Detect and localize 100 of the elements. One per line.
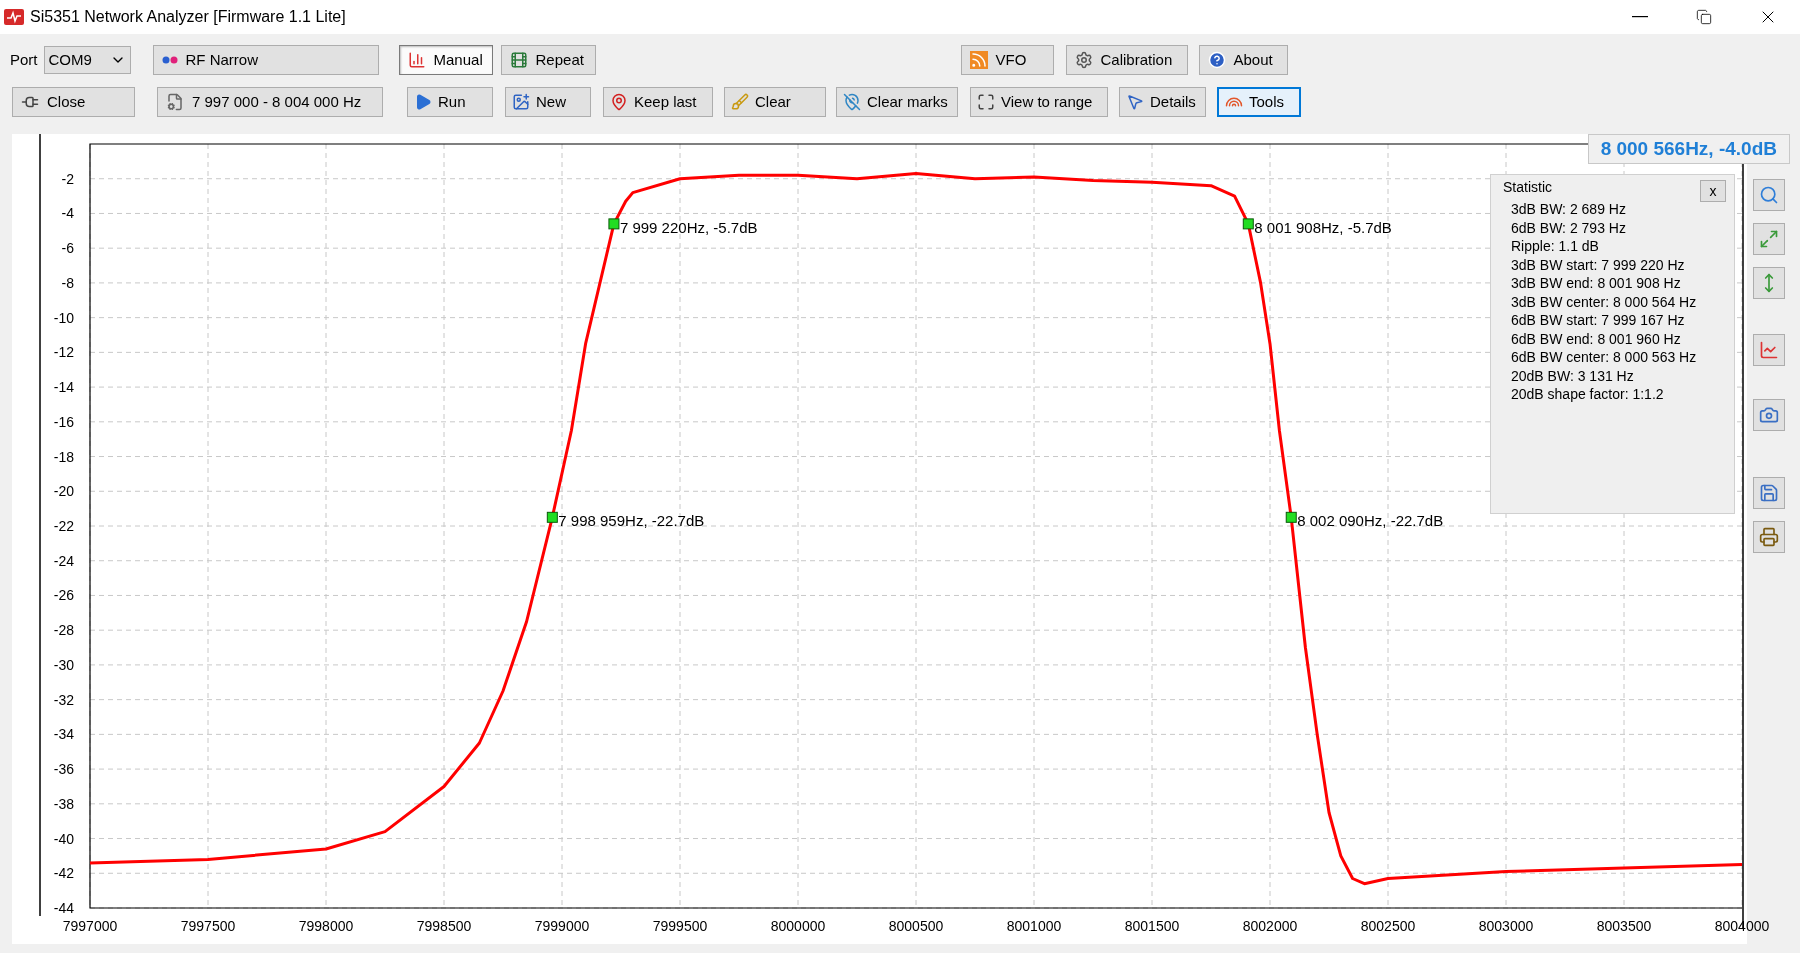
chart-icon [1759, 340, 1779, 360]
pointer-icon [1126, 93, 1144, 111]
statistic-line: 6dB BW start: 7 999 167 Hz [1511, 311, 1686, 330]
two-dots-icon [161, 56, 178, 64]
axis-tick-label: -32 [53, 691, 74, 708]
axis-tick-label: 8001500 [1124, 918, 1180, 934]
save-icon [1759, 483, 1779, 503]
side-tool-button[interactable] [1753, 399, 1785, 431]
axis-tick-label: -10 [53, 309, 74, 326]
side-tool-button[interactable] [1753, 179, 1785, 211]
printer-icon [1759, 527, 1779, 547]
app-logo-icon [4, 9, 24, 25]
toolbar-button[interactable]: Clear [724, 87, 826, 117]
marker-label: 7 999 220Hz, -5.7dB [619, 218, 758, 236]
axis-tick-label: -28 [53, 622, 74, 639]
axis-tick-label: -4 [61, 205, 74, 222]
marker-label: 7 998 959Hz, -22.7dB [558, 512, 705, 530]
toolbar-button[interactable]: Details [1119, 87, 1206, 117]
close-panel-button[interactable]: x [1700, 180, 1726, 202]
toolbar-button[interactable]: Calibration [1065, 45, 1188, 75]
side-tool-button[interactable] [1753, 223, 1785, 255]
bar-chart-icon [407, 51, 426, 69]
axis-tick-label: 7999500 [652, 918, 708, 934]
axis-tick-label: -24 [53, 552, 74, 569]
axis-tick-label: -8 [61, 274, 74, 291]
minimize-icon [1632, 16, 1648, 18]
axis-tick-label: 8004000 [1714, 918, 1770, 934]
toolbar-button[interactable]: View to range [970, 87, 1108, 117]
statistic-line: 3dB BW: 2 689 Hz [1511, 200, 1627, 219]
pin-off-icon [843, 93, 861, 111]
axis-tick-label: 7997500 [180, 918, 236, 934]
sweep-mode-toggle[interactable]: Manual [398, 45, 493, 75]
statistic-line: 3dB BW end: 8 001 908 Hz [1511, 274, 1682, 293]
statistic-line: Ripple: 1.1 dB [1511, 237, 1600, 256]
axis-tick-label: 8002000 [1242, 918, 1298, 934]
axis-tick-label: 8003000 [1478, 918, 1534, 934]
toolbar-button[interactable]: New [505, 87, 591, 117]
side-tool-button[interactable] [1753, 334, 1785, 366]
toolbar-button[interactable]: Run [407, 87, 493, 117]
marker-point[interactable] [1285, 511, 1297, 523]
side-tool-button[interactable] [1753, 521, 1785, 553]
axis-tick-label: -6 [61, 240, 74, 257]
toolbar-button[interactable]: VFO [960, 45, 1054, 75]
sweep-mode-toggle[interactable]: Repeat [500, 45, 596, 75]
statistic-line: 3dB BW center: 8 000 564 Hz [1511, 292, 1697, 311]
axis-tick-label: 7998000 [298, 918, 354, 934]
axis-tick-label: 8000500 [888, 918, 944, 934]
window-title: Si5351 Network Analyzer [Firmware 1.1 Lite] [30, 7, 346, 27]
axis-tick-label: -12 [53, 344, 74, 361]
axis-tick-label: -26 [53, 587, 74, 604]
film-icon [509, 51, 528, 69]
expand-arrows-icon [1759, 229, 1779, 249]
marker-label: 8 001 908Hz, -5.7dB [1254, 218, 1392, 236]
axis-tick-label: 8003500 [1596, 918, 1652, 934]
axis-tick-label: -34 [53, 726, 74, 743]
statistic-line: 3dB BW start: 7 999 220 Hz [1511, 255, 1686, 274]
side-tool-button[interactable] [1753, 267, 1785, 299]
close-port-button[interactable]: Close [12, 87, 135, 117]
axis-tick-label: -16 [53, 413, 74, 430]
toolbar-button[interactable]: About [1198, 45, 1288, 75]
toolbar-button[interactable]: Tools [1217, 87, 1301, 117]
marker-point[interactable] [546, 511, 558, 523]
axis-tick-label: -40 [53, 830, 74, 847]
axis-tick-label: -36 [53, 761, 74, 778]
axis-tick-label: -42 [53, 865, 74, 882]
axis-tick-label: 7998500 [416, 918, 472, 934]
help-icon [1207, 51, 1226, 69]
gear-icon [1074, 51, 1093, 69]
toolbar-button[interactable]: Keep last [603, 87, 713, 117]
axis-tick-label: -44 [53, 900, 74, 916]
axis-tick-label: -20 [53, 483, 74, 500]
restore-icon [1696, 9, 1712, 25]
axis-tick-label: -18 [53, 448, 74, 465]
feed-icon [969, 51, 988, 69]
statistic-line: 20dB shape factor: 1:1.2 [1511, 385, 1665, 404]
statistic-line: 6dB BW center: 8 000 563 Hz [1511, 348, 1697, 367]
side-tool-button[interactable] [1753, 477, 1785, 509]
camera-icon [1759, 405, 1779, 425]
axis-tick-label: -2 [61, 170, 74, 187]
axis-tick-label: -22 [53, 518, 74, 534]
axis-tick-label: 7997000 [62, 918, 118, 934]
marker-point[interactable] [608, 218, 620, 230]
picture-plus-icon [512, 93, 530, 111]
port-select[interactable]: COM9 [43, 46, 131, 74]
pin-icon [610, 93, 628, 111]
document-gear-icon [166, 93, 184, 111]
axis-tick-label: 8000000 [770, 918, 826, 934]
toolbar-button[interactable]: Clear marks [836, 87, 958, 117]
expand-icon [977, 93, 995, 111]
mode-button[interactable]: RF Narrow [152, 45, 379, 75]
frequency-range-button[interactable]: 7 997 000 - 8 004 000 Hz [157, 87, 383, 117]
brush-icon [731, 93, 749, 111]
axis-tick-label: -38 [53, 795, 74, 812]
statistic-line: 6dB BW: 2 793 Hz [1511, 218, 1627, 237]
axis-tick-label: 8002500 [1360, 918, 1416, 934]
marker-label: 8 002 090Hz, -22.7dB [1297, 512, 1444, 530]
port-label: Port [10, 49, 38, 70]
axis-tick-label: -14 [53, 379, 74, 396]
marker-point[interactable] [1242, 218, 1254, 230]
axis-tick-label: 8001000 [1006, 918, 1062, 934]
